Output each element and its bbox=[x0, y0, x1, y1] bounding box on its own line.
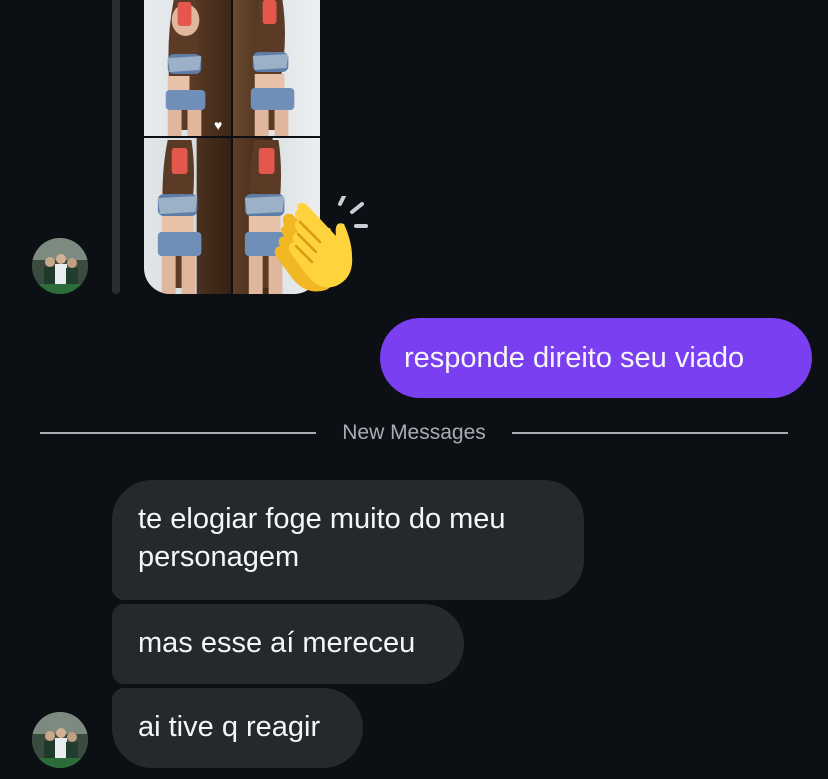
avatar[interactable] bbox=[32, 238, 88, 294]
heart-icon: ♥ bbox=[214, 117, 223, 133]
photo-tile[interactable] bbox=[144, 0, 231, 136]
received-message-bubble[interactable]: te elogiar foge muito do meu personagem bbox=[112, 480, 584, 600]
photo-tile[interactable] bbox=[144, 138, 231, 294]
chat-screen: ♥ responde direito seu viado New Message… bbox=[0, 0, 828, 779]
sent-message-bubble[interactable]: responde direito seu viado bbox=[380, 318, 812, 398]
photo-tile[interactable] bbox=[233, 0, 320, 136]
avatar[interactable] bbox=[32, 712, 88, 768]
divider-line bbox=[40, 432, 316, 434]
divider-line bbox=[512, 432, 788, 434]
new-messages-label: New Messages bbox=[342, 421, 486, 444]
new-messages-divider: New Messages bbox=[40, 418, 788, 448]
clapping-hands-emoji[interactable] bbox=[270, 194, 370, 296]
received-message-bubble[interactable]: ai tive q reagir bbox=[112, 688, 363, 768]
reply-indicator-bar bbox=[112, 0, 120, 294]
received-message-bubble[interactable]: mas esse aí mereceu bbox=[112, 604, 464, 684]
